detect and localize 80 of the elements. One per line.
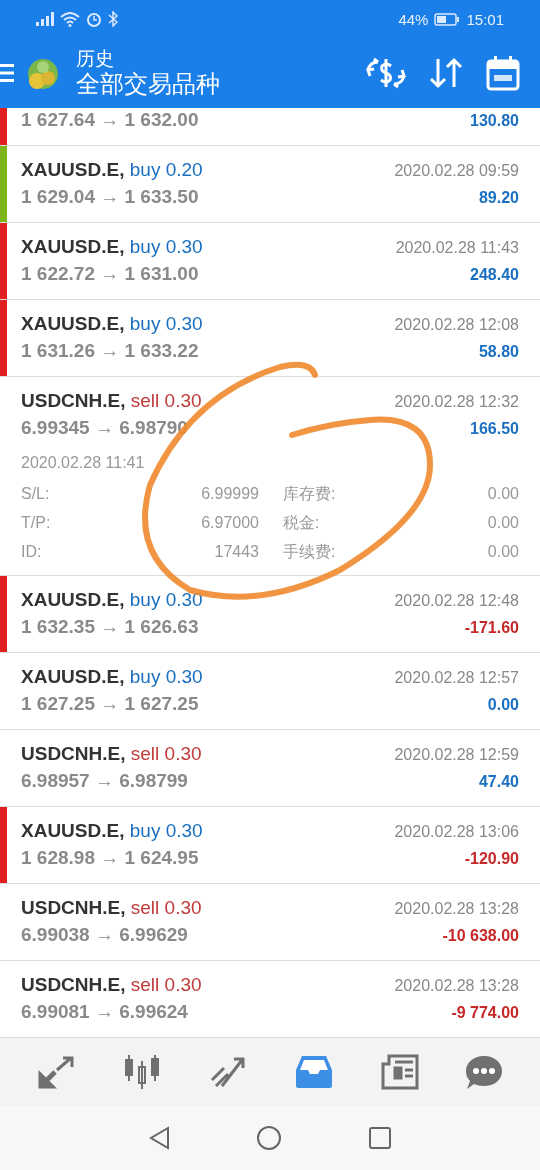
profit-value: 47.40 bbox=[478, 772, 519, 792]
price-range: 1 628.98 → 1 624.95 bbox=[21, 846, 199, 870]
close-time: 2020.02.28 13:28 bbox=[394, 976, 519, 996]
clock-time: 15:01 bbox=[466, 10, 504, 28]
alarm-icon bbox=[86, 11, 102, 27]
price-range: 6.99038 → 6.99629 bbox=[21, 923, 188, 947]
close-time: 2020.02.28 12:59 bbox=[394, 745, 519, 765]
trade-symbol: XAUUSD.E, buy 0.30 bbox=[21, 235, 203, 259]
profit-value: 248.40 bbox=[470, 265, 519, 285]
detail-label: ID: bbox=[21, 542, 43, 562]
detail-label: T/P: bbox=[21, 513, 52, 533]
price-range: 1 627.64 → 1 632.00 bbox=[21, 108, 199, 132]
sort-icon[interactable] bbox=[428, 57, 464, 89]
profit-value: -120.90 bbox=[464, 849, 519, 869]
trade-symbol: XAUUSD.E, buy 0.30 bbox=[21, 819, 203, 843]
trade-symbol: XAUUSD.E, buy 0.30 bbox=[21, 588, 203, 612]
profit-value: 89.20 bbox=[478, 188, 519, 208]
newspaper-icon[interactable] bbox=[379, 1054, 420, 1090]
close-time: 2020.02.28 13:06 bbox=[394, 822, 519, 842]
price-range: 1 622.72 → 1 631.00 bbox=[21, 262, 199, 286]
close-time: 2020.02.28 11:43 bbox=[395, 238, 519, 258]
wifi-icon bbox=[60, 11, 80, 27]
close-time: 2020.02.28 12:48 bbox=[394, 591, 519, 611]
trade-symbol: USDCNH.E, sell 0.30 bbox=[21, 896, 202, 920]
detail-label: 手续费: bbox=[282, 542, 337, 562]
quotes-arrows-icon[interactable] bbox=[36, 1054, 77, 1090]
close-time: 2020.02.28 12:57 bbox=[394, 668, 519, 688]
price-range: 6.99081 → 6.99624 bbox=[21, 1000, 188, 1024]
close-time: 2020.02.28 12:08 bbox=[394, 315, 519, 335]
trade-symbol: XAUUSD.E, buy 0.30 bbox=[21, 312, 203, 336]
price-range: 1 629.04 → 1 633.50 bbox=[21, 185, 199, 209]
profit-value: -9 774.00 bbox=[451, 1003, 519, 1023]
detail-label: 税金: bbox=[282, 513, 321, 533]
profit-value: 58.80 bbox=[478, 342, 519, 362]
price-range: 1 632.35 → 1 626.63 bbox=[21, 615, 199, 639]
profit-value: 0.00 bbox=[487, 695, 519, 715]
profit-value: -10 638.00 bbox=[442, 926, 519, 946]
trade-row[interactable]: XAUUSD.E, buy 0.30 2020.02.28 11:43 1 622.72 → 1 631.00 248.40 bbox=[0, 223, 540, 300]
price-range: 1 627.25 → 1 627.25 bbox=[21, 692, 199, 716]
recents-icon[interactable] bbox=[368, 1126, 392, 1150]
trade-row[interactable]: XAUUSD.E, buy 0.20 2020.02.28 09:59 1 629.04 → 1 633.50 89.20 bbox=[0, 146, 540, 223]
detail-value: 0.00 bbox=[486, 542, 519, 562]
trade-row[interactable]: 1 627.64 → 1 632.00 130.80 bbox=[0, 108, 540, 146]
trade-row[interactable]: XAUUSD.E, buy 0.30 2020.02.28 12:48 1 632.35 → 1 626.63 -171.60 bbox=[0, 576, 540, 653]
trade-symbol: XAUUSD.E, buy 0.30 bbox=[21, 665, 203, 689]
close-time: 2020.02.28 12:32 bbox=[394, 392, 519, 412]
trade-symbol: USDCNH.E, sell 0.30 bbox=[21, 389, 202, 413]
detail-value: 6.99999 bbox=[200, 484, 259, 504]
open-time: 2020.02.28 11:41 bbox=[21, 453, 146, 473]
trade-symbol: USDCNH.E, sell 0.30 bbox=[21, 742, 202, 766]
currency-exchange-icon[interactable] bbox=[366, 56, 406, 90]
close-time: 2020.02.28 09:59 bbox=[394, 161, 519, 181]
price-range: 1 631.26 → 1 633.22 bbox=[21, 339, 199, 363]
detail-label: S/L: bbox=[21, 484, 51, 504]
trade-symbol: XAUUSD.E, buy 0.20 bbox=[21, 158, 203, 182]
profit-value: -171.60 bbox=[464, 618, 519, 638]
detail-value: 0.00 bbox=[486, 513, 519, 533]
detail-label: 库存费: bbox=[282, 484, 337, 504]
home-icon[interactable] bbox=[256, 1125, 282, 1151]
screen-title: 历史 bbox=[76, 48, 115, 71]
price-range: 6.98957 → 6.98799 bbox=[21, 769, 188, 793]
trade-symbol: USDCNH.E, sell 0.30 bbox=[21, 973, 202, 997]
trade-row[interactable]: XAUUSD.E, buy 0.30 2020.02.28 12:08 1 631.26 → 1 633.22 58.80 bbox=[0, 300, 540, 377]
chat-bubble-icon[interactable] bbox=[465, 1054, 504, 1090]
profit-value: 166.50 bbox=[470, 419, 519, 439]
back-icon[interactable] bbox=[148, 1126, 170, 1150]
symbol-filter[interactable]: 全部交易品种 bbox=[76, 70, 220, 98]
detail-value: 0.00 bbox=[486, 484, 519, 504]
battery-percent: 44% bbox=[398, 10, 429, 28]
detail-value: 6.97000 bbox=[200, 513, 259, 533]
menu-icon[interactable] bbox=[0, 62, 14, 84]
trade-row[interactable]: XAUUSD.E, buy 0.30 2020.02.28 13:06 1 628.98 → 1 624.95 -120.90 bbox=[0, 807, 540, 884]
battery-icon bbox=[434, 12, 461, 26]
close-time: 2020.02.28 13:28 bbox=[394, 899, 519, 919]
calendar-icon[interactable] bbox=[486, 55, 520, 91]
inbox-tray-icon[interactable] bbox=[293, 1054, 334, 1090]
signal-icon bbox=[36, 12, 54, 26]
profit-value: 130.80 bbox=[470, 111, 519, 131]
detail-value: 17443 bbox=[213, 542, 259, 562]
bluetooth-icon bbox=[108, 11, 118, 27]
